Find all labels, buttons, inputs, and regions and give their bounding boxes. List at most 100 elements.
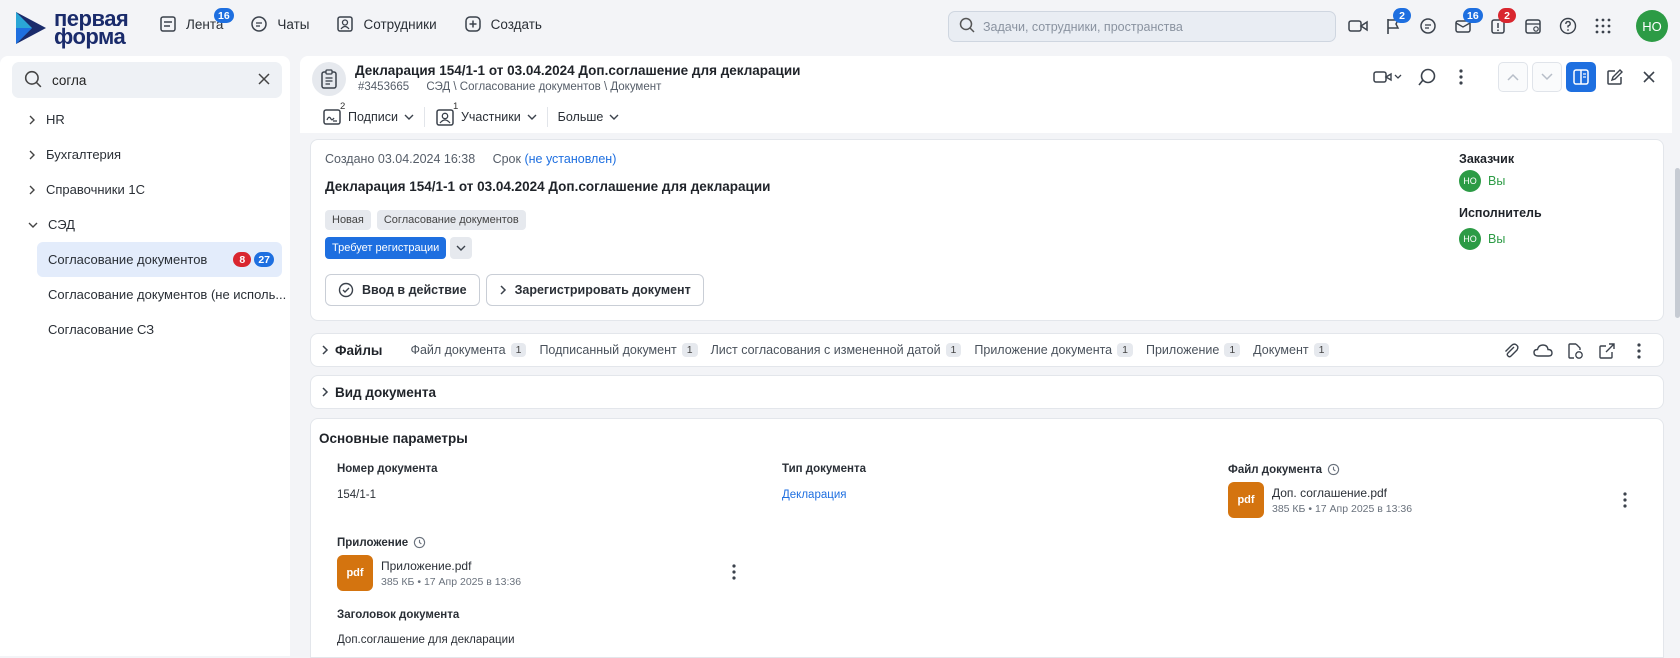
registration-tag[interactable]: Требует регистрации [325, 237, 447, 259]
split-view-button[interactable] [1566, 62, 1596, 92]
more-menu-button[interactable] [1446, 62, 1476, 92]
document-file[interactable]: pdf Доп. соглашение.pdf 385 КБ • 17 Апр … [1228, 482, 1412, 518]
file-tab[interactable]: Лист согласования с измененной датой 1 [711, 343, 962, 357]
sidebar-item-label: Бухгалтерия [46, 147, 122, 162]
sidebar-search [12, 62, 282, 98]
signatures-menu[interactable]: 2 Подписи [312, 101, 425, 127]
logo-line2: форма [54, 24, 126, 49]
history-icon[interactable] [413, 536, 426, 549]
chevron-right-icon [322, 345, 329, 355]
sidebar-item-accounting[interactable]: Бухгалтерия [0, 137, 290, 172]
file-menu-button[interactable] [1616, 489, 1634, 511]
file-meta: 385 КБ • 17 Апр 2025 в 13:36 [1272, 502, 1413, 515]
document-header: Декларация 154/1-1 от 03.04.2024 Доп.сог… [300, 56, 1672, 101]
logo-mark-icon [16, 12, 46, 44]
doc-type-title: Вид документа [335, 384, 437, 400]
participants-icon [436, 109, 454, 126]
params-title: Основные параметры [319, 431, 468, 446]
open-external-button[interactable] [1593, 337, 1621, 365]
check-circle-icon [338, 282, 354, 298]
close-button[interactable] [1634, 62, 1664, 92]
feed-icon [158, 14, 178, 34]
attachment-menu-button[interactable] [725, 561, 743, 583]
user-avatar[interactable]: НО [1636, 10, 1668, 42]
calendar-icon [1524, 19, 1541, 34]
discussion-button[interactable] [1412, 62, 1442, 92]
alert-badge: 2 [1498, 8, 1516, 23]
top-actions: 2 16 2 [1340, 8, 1620, 40]
heading-label: Заголовок документа [337, 609, 460, 621]
attach-button[interactable] [1497, 337, 1525, 365]
enact-button[interactable]: Ввод в действие [325, 274, 480, 306]
executor[interactable]: НО Вы [1459, 228, 1505, 250]
pdf-icon: pdf [337, 555, 373, 591]
file-tab[interactable]: Подписанный документ 1 [539, 343, 698, 357]
registration-dropdown[interactable] [450, 237, 473, 259]
breadcrumb[interactable]: СЭД \ Согласование документов \ Документ [426, 81, 661, 93]
kebab-icon [1459, 69, 1463, 85]
sidebar-item-hr[interactable]: HR [0, 102, 290, 137]
register-button[interactable]: Зарегистрировать документ [485, 274, 704, 306]
alerts-button[interactable]: 2 [1480, 8, 1516, 40]
global-search-input[interactable] [983, 19, 1313, 34]
apps-button[interactable] [1585, 12, 1620, 40]
files-title: Файлы [335, 342, 383, 358]
sidebar-search-input[interactable] [52, 72, 242, 88]
deadline-link[interactable]: (не установлен) [524, 152, 616, 166]
more-label: Больше [557, 110, 604, 124]
edit-button[interactable] [1600, 62, 1630, 92]
plus-icon [463, 14, 483, 34]
video-icon [1347, 20, 1368, 32]
mail-button[interactable]: 16 [1445, 8, 1483, 40]
file-tab[interactable]: Приложение документа 1 [974, 343, 1133, 357]
sidebar-item-sz-approval[interactable]: Согласование СЗ [0, 312, 290, 347]
type-link[interactable]: Декларация [782, 489, 846, 501]
next-button[interactable] [1532, 62, 1562, 92]
nav-employees[interactable]: Сотрудники [335, 14, 437, 34]
file-template-button[interactable] [1561, 337, 1589, 365]
doc-type-section[interactable]: Вид документа [310, 375, 1664, 409]
participants-label: Участники [460, 110, 521, 124]
video-call-button[interactable] [1340, 12, 1375, 40]
number-label: Номер документа [337, 463, 438, 475]
status-badge: Новая [325, 210, 371, 230]
sidebar-item-1c-refs[interactable]: Справочники 1С [0, 172, 290, 207]
file-tab-count: 1 [1313, 343, 1330, 357]
clear-search-icon[interactable] [256, 71, 272, 90]
file-tab[interactable]: Файл документа 1 [410, 343, 527, 357]
file-tab[interactable]: Документ 1 [1253, 343, 1330, 357]
nav-create[interactable]: Создать [463, 14, 542, 34]
file-tab-count: 1 [681, 343, 698, 357]
cloud-button[interactable] [1529, 337, 1557, 365]
previous-button[interactable] [1498, 62, 1528, 92]
edit-icon [1607, 69, 1623, 85]
attach-label: Приложение [337, 536, 409, 549]
video-menu-button[interactable] [1368, 62, 1408, 92]
help-button[interactable] [1550, 12, 1585, 40]
nav-chats[interactable]: Чаты [249, 14, 309, 34]
messages-button[interactable] [1410, 12, 1445, 40]
calendar-button[interactable] [1515, 12, 1550, 40]
files-more-button[interactable] [1625, 337, 1653, 365]
nav-feed[interactable]: Лента 16 [158, 8, 234, 34]
files-section[interactable]: Файлы Файл документа 1 Подписанный докуме… [310, 333, 1664, 367]
file-tab-label: Приложение документа [974, 343, 1113, 357]
file-tab[interactable]: Приложение 1 [1146, 343, 1241, 357]
more-menu[interactable]: Больше [548, 107, 630, 127]
participants-menu[interactable]: 1 Участники [425, 101, 548, 127]
sidebar-item-label: Согласование СЗ [48, 322, 155, 337]
sidebar-item-doc-approval[interactable]: Согласование документов 8 27 [37, 242, 282, 277]
nav-create-label: Создать [490, 16, 542, 32]
sidebar-item-doc-approval-unused[interactable]: Согласование документов (не исполь... [0, 277, 290, 312]
file-name: Приложение.pdf [381, 558, 472, 573]
sidebar-item-sed[interactable]: СЭД [0, 207, 290, 242]
customer[interactable]: НО Вы [1459, 170, 1505, 192]
logo[interactable]: первая форма [14, 8, 129, 49]
help-icon [1559, 17, 1576, 35]
external-link-icon [1599, 343, 1615, 359]
history-icon[interactable] [1327, 463, 1340, 476]
attachment-file[interactable]: pdf Приложение.pdf 385 КБ • 17 Апр 2025 … [337, 555, 521, 591]
scrollbar[interactable] [1675, 168, 1680, 318]
close-icon [1643, 71, 1655, 83]
flag-button[interactable]: 2 [1375, 8, 1411, 40]
